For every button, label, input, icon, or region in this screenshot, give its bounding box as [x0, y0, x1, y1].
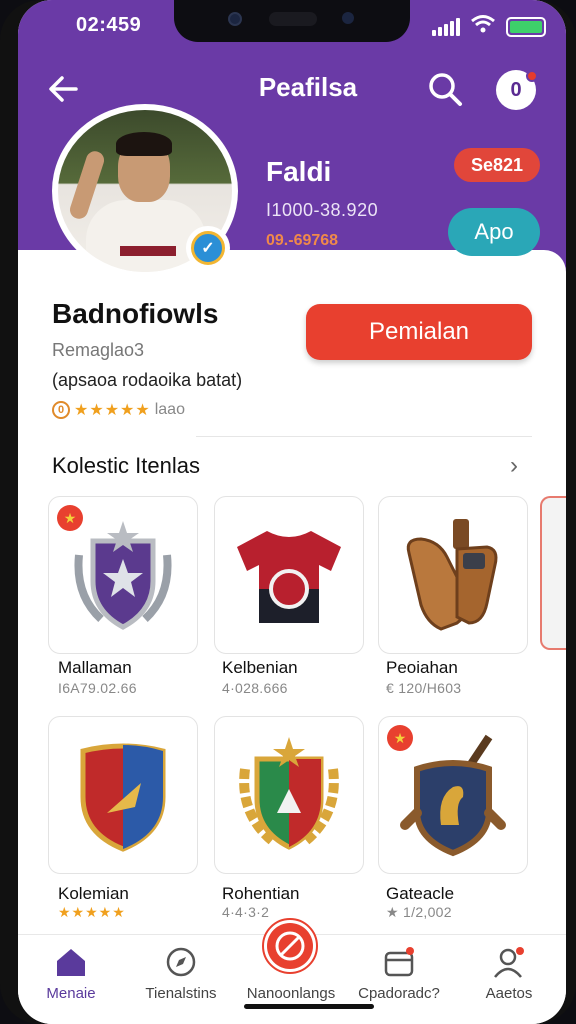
status-icons: [432, 14, 546, 39]
primary-action-button[interactable]: Pemialan: [306, 304, 532, 360]
wifi-icon: [470, 14, 496, 39]
profile-icon: [494, 947, 524, 978]
section-title: Kolestic Itenlas: [52, 453, 200, 478]
leather-gloves-icon: [406, 519, 498, 631]
wallet-icon: [384, 947, 414, 977]
chevron-right-icon[interactable]: ›: [510, 452, 518, 480]
nav-item-center[interactable]: Nanoonlangs: [236, 985, 346, 1002]
nav-label: Menaie: [46, 985, 96, 1002]
scroll-edge-tab[interactable]: [540, 496, 566, 650]
item-name: Mallaman: [58, 658, 132, 677]
home-icon: [57, 949, 85, 976]
nav-label: Nanoonlangs: [246, 985, 336, 1002]
item-card[interactable]: [214, 716, 364, 874]
camera-notch: [174, 0, 410, 42]
rating-text: laao: [154, 401, 185, 418]
item-card[interactable]: [214, 496, 364, 654]
back-arrow-icon[interactable]: [46, 72, 80, 106]
item-name: Peoiahan: [386, 658, 458, 677]
profile-description: (apsaoa rodaoika batat): [52, 370, 243, 390]
item-card[interactable]: [378, 496, 528, 654]
item-meta: € 120/H603: [386, 680, 462, 696]
user-id: I1000-38.920: [266, 200, 379, 220]
compass-icon: [166, 947, 196, 977]
nav-label: Aaetos: [485, 985, 533, 1002]
status-time: 02:459: [76, 14, 142, 36]
red-jersey-icon: [237, 531, 341, 623]
purple-shield-icon: [74, 521, 172, 630]
notification-dot: [526, 70, 538, 82]
item-name: Kolemian: [58, 884, 129, 903]
app-screen: 02:459 Peafilsa 0 ✓ Faldi I1000-38.920 0…: [18, 0, 566, 1024]
signal-icon: [432, 17, 460, 36]
score-pill[interactable]: Se821: [454, 148, 540, 182]
rating-stars: ★★★★★: [74, 402, 151, 419]
app-button[interactable]: Apo: [448, 208, 540, 256]
nav-item-profile[interactable]: Aaetos: [454, 945, 564, 1002]
item-card[interactable]: ★: [378, 716, 528, 874]
profile-title: Badnofiowls: [52, 298, 219, 329]
item-name: Kelbenian: [222, 658, 298, 677]
item-meta: ★ 1/2,002: [386, 904, 452, 920]
profile-rating: 0 ★★★★★ laao: [52, 400, 185, 420]
nav-item-explore[interactable]: Tienalstins: [126, 945, 236, 1002]
home-indicator: [244, 1004, 374, 1009]
divider: [196, 436, 532, 437]
nav-item-wallet[interactable]: Cpadoradc?: [344, 945, 454, 1002]
item-meta: 4·028.666: [222, 680, 288, 696]
center-action-button[interactable]: [262, 918, 318, 974]
notification-label: 0: [510, 78, 522, 101]
profile-subtitle: Remaglao3: [52, 340, 145, 360]
knight-shield-icon: [400, 734, 506, 857]
item-card[interactable]: ★: [48, 496, 198, 654]
red-blue-shield-icon: [80, 743, 166, 852]
nav-item-home[interactable]: Menaie: [18, 945, 126, 1002]
page-title: Peafilsa: [258, 72, 358, 102]
featured-tag-icon: ★: [57, 505, 83, 531]
prohibit-icon: [275, 931, 305, 961]
coin-icon: 0: [52, 401, 70, 419]
item-meta: ★★★★★: [58, 904, 126, 920]
battery-icon: [506, 16, 546, 37]
phone-frame: 02:459 Peafilsa 0 ✓ Faldi I1000-38.920 0…: [0, 0, 576, 1024]
item-meta: 4·4·3·2: [222, 904, 270, 920]
item-meta: I6A79.02.66: [58, 680, 137, 696]
featured-tag-icon: ★: [387, 725, 413, 751]
search-icon[interactable]: [426, 70, 464, 108]
user-name: Faldi: [266, 156, 332, 187]
item-card[interactable]: [48, 716, 198, 874]
nav-label: Cpadoradc?: [358, 985, 440, 1002]
item-name: Gateacle: [386, 884, 455, 903]
verified-badge-icon: ✓: [186, 226, 230, 270]
laurel-crest-icon: [239, 737, 339, 850]
item-name: Rohentian: [222, 884, 300, 903]
user-coins: 09.-69768: [266, 232, 339, 249]
notification-button[interactable]: 0: [496, 70, 538, 110]
nav-label: Tienalstins: [145, 985, 217, 1002]
